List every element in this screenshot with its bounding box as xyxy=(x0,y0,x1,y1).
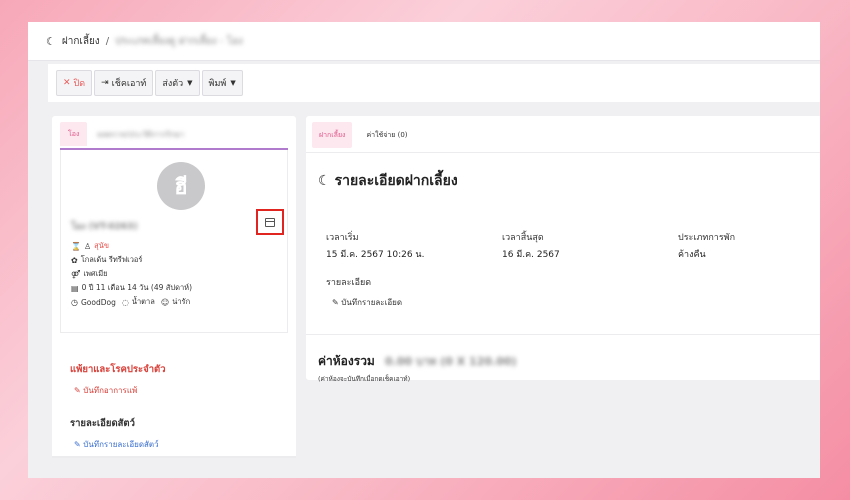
print-dropdown[interactable]: พิมพ์ ▼ xyxy=(201,70,243,96)
age-row: ▤ 0 ปี 11 เดือน 14 วัน (49 สัปดาห์) xyxy=(71,282,192,294)
breadcrumb-root[interactable]: ฝากเลี้ยง xyxy=(62,34,100,49)
color-icon: ◌ xyxy=(121,297,129,307)
moon-icon: ☾ xyxy=(46,34,56,48)
temperament-text: น่ารัก xyxy=(172,297,191,306)
calendar-icon xyxy=(265,217,275,227)
color-text: น้ำตาล xyxy=(131,297,155,306)
traits-row: ◷ GoodDog ◌ น้ำตาล ☺ น่ารัก xyxy=(71,296,190,308)
breed-text: โกลเด้น รีทรีฟเวอร์ xyxy=(80,255,143,264)
tab-pet[interactable]: โอง xyxy=(60,122,88,146)
edit-detail-link[interactable]: ✎ บันทึกรายละเอียด xyxy=(332,296,402,309)
end-time-value: 16 มี.ค. 2567 xyxy=(502,250,560,260)
boarding-tabs: ฝากเลี้ยง ค่าใช้จ่าย (0) xyxy=(312,122,408,148)
sex-row: ⚤ เพศเมีย xyxy=(71,268,108,280)
boarding-title: ☾ รายละเอียดฝากเลี้ยง xyxy=(318,170,458,192)
boarding-title-text: รายละเอียดฝากเลี้ยง xyxy=(334,173,458,189)
toolbar: ✕ ปิด ⇥ เช็คเอาท์ ส่งตัว ▼ พิมพ์ ▼ xyxy=(56,70,243,96)
checkout-button-label: เช็คเอาท์ xyxy=(111,79,147,89)
toolbar-area: ✕ ปิด ⇥ เช็คเอาท์ ส่งตัว ▼ พิมพ์ ▼ xyxy=(48,64,820,102)
person-icon: ♙ xyxy=(83,241,92,251)
chevron-down-icon: ▼ xyxy=(230,79,236,87)
pencil-icon: ✎ xyxy=(74,440,81,449)
close-button-label: ปิด xyxy=(73,79,86,89)
pencil-icon: ✎ xyxy=(74,386,81,395)
pet-details-link-label: บันทึกรายละเอียดสัตว์ xyxy=(83,440,159,449)
detail-label: รายละเอียด xyxy=(326,278,372,288)
species-row: ⌛ ♙ สุนัข xyxy=(71,240,109,252)
smile-icon: ☺ xyxy=(160,297,170,307)
app-window: ☾ ฝากเลี้ยง / ประเภทเลี้ยงดู ฝากเลี้ยง -… xyxy=(28,22,820,478)
breadcrumb-separator: / xyxy=(105,35,110,47)
end-time-label: เวลาสิ้นสุด xyxy=(502,233,544,243)
room-total-label: ค่าห้องรวม xyxy=(318,354,375,368)
close-button[interactable]: ✕ ปิด xyxy=(56,70,93,96)
tab-expenses[interactable]: ค่าใช้จ่าย (0) xyxy=(366,130,407,141)
chevron-down-icon: ▼ xyxy=(187,79,193,87)
boarding-panel: ฝากเลี้ยง ค่าใช้จ่าย (0) ☾ รายละเอียดฝาก… xyxy=(306,116,820,383)
stay-type-value: ค้างคืน xyxy=(678,250,706,260)
sex-text: เพศเมีย xyxy=(83,269,108,278)
pet-details-link[interactable]: ✎ บันทึกรายละเอียดสัตว์ xyxy=(74,438,159,451)
start-time-value: 15 มี.ค. 2567 10:26 น. xyxy=(326,250,425,260)
tab-history[interactable]: ผลตรวจ/ประวัติการรักษา xyxy=(97,128,184,141)
divider xyxy=(306,152,820,153)
allergy-section-title: แพ้ยาและโรคประจำตัว xyxy=(70,364,166,375)
pencil-icon: ✎ xyxy=(332,298,339,307)
checkout-button[interactable]: ⇥ เช็คเอาท์ xyxy=(94,70,154,96)
calendar-button[interactable] xyxy=(256,209,284,235)
calendar-small-icon: ▤ xyxy=(71,283,79,293)
room-total-note: (ค่าห้องจะบันทึกเมื่อกดเช็คเอาท์) xyxy=(318,375,411,383)
start-time-label: เวลาเริ่ม xyxy=(326,233,359,243)
send-dropdown[interactable]: ส่งตัว ▼ xyxy=(155,70,200,96)
clock-icon: ◷ xyxy=(71,297,78,307)
allergy-link[interactable]: ✎ บันทึกอาการแพ้ xyxy=(74,384,137,397)
divider xyxy=(306,334,820,335)
moon-icon: ☾ xyxy=(318,173,331,189)
card-bottom-border xyxy=(52,456,296,458)
trait-text: GoodDog xyxy=(80,297,116,307)
pet-info-box: ฮี โอง (VT-0263) ⌛ ♙ สุนัข ✿ โกลเด้น รีท… xyxy=(60,150,288,333)
close-icon: ✕ xyxy=(63,78,71,88)
stay-type-label: ประเภทการพัก xyxy=(678,233,736,243)
age-text: 0 ปี 11 เดือน 14 วัน (49 สัปดาห์) xyxy=(81,283,193,292)
avatar: ฮี xyxy=(157,162,205,210)
hourglass-icon: ⌛ xyxy=(71,241,81,251)
flower-icon: ✿ xyxy=(71,255,78,265)
breadcrumb-current: ประเภทเลี้ยงดู ฝากเลี้ยง - โอง xyxy=(115,35,243,47)
exit-icon: ⇥ xyxy=(101,78,109,88)
room-total: ค่าห้องรวม 0.00 บาท (0 X 120.00) xyxy=(318,352,517,371)
tab-boarding[interactable]: ฝากเลี้ยง xyxy=(312,122,353,148)
pet-name: โอง (VT-0263) xyxy=(71,222,138,232)
allergy-link-label: บันทึกอาการแพ้ xyxy=(83,386,138,395)
room-total-value: 0.00 บาท (0 X 120.00) xyxy=(385,355,517,368)
send-dropdown-label: ส่งตัว xyxy=(162,79,184,89)
gender-icon: ⚤ xyxy=(71,269,81,279)
pet-details-title: รายละเอียดสัตว์ xyxy=(70,418,135,429)
edit-detail-link-label: บันทึกรายละเอียด xyxy=(341,298,403,307)
print-dropdown-label: พิมพ์ xyxy=(208,79,227,89)
breadcrumb: ☾ ฝากเลี้ยง / ประเภทเลี้ยงดู ฝากเลี้ยง -… xyxy=(28,22,820,61)
breed-row: ✿ โกลเด้น รีทรีฟเวอร์ xyxy=(71,254,142,266)
pet-profile-card: โอง ผลตรวจ/ประวัติการรักษา ฮี โอง (VT-02… xyxy=(52,116,296,458)
species-text: สุนัข xyxy=(94,241,109,250)
pet-tabs: โอง ผลตรวจ/ประวัติการรักษา xyxy=(60,122,184,146)
